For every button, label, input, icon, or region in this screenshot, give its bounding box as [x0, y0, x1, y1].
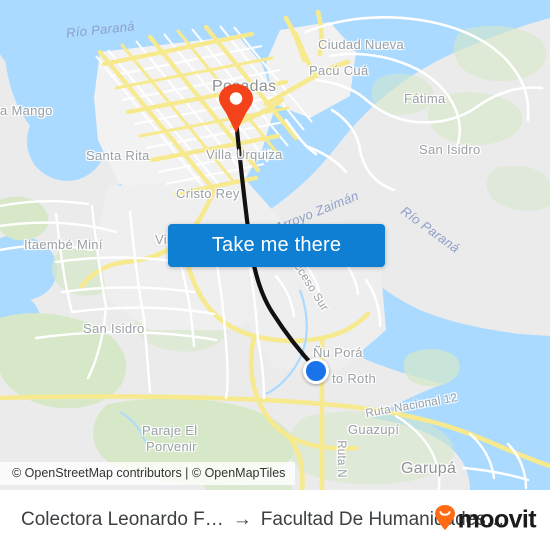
moovit-pin-smile-icon [434, 505, 456, 536]
moovit-trip-map-screen: Río ParanáCiudad NuevaPacú CuáFátimaPosa… [0, 0, 550, 550]
footer-bar: Colectora Leonardo F… → Facultad De Huma… [0, 490, 550, 550]
arrow-right-icon: → [232, 509, 252, 530]
map-attribution[interactable]: © OpenStreetMap contributors | © OpenMap… [0, 462, 296, 485]
trip-summary[interactable]: Colectora Leonardo F… → Facultad De Huma… [21, 509, 505, 531]
moovit-logo[interactable]: moovit [434, 505, 537, 536]
moovit-wordmark: moovit [457, 505, 537, 534]
take-me-there-button[interactable]: Take me there [168, 224, 385, 267]
trip-origin-label: Colectora Leonardo F… [21, 509, 224, 530]
map-canvas[interactable]: Río ParanáCiudad NuevaPacú CuáFátimaPosa… [0, 0, 550, 490]
origin-marker[interactable] [303, 358, 329, 384]
destination-marker[interactable] [216, 82, 256, 134]
